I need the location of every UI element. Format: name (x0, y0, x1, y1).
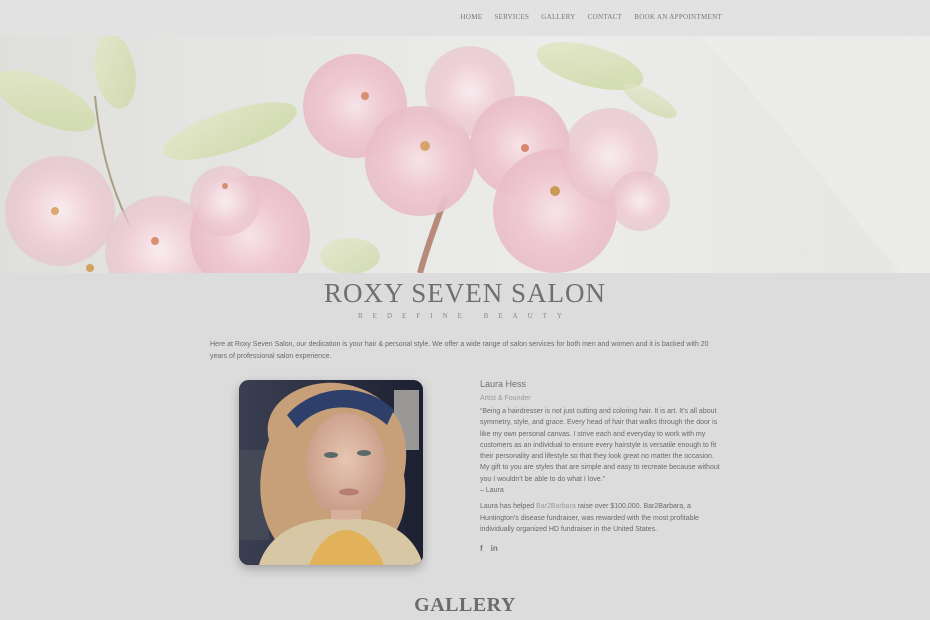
laura-hess-portrait (239, 380, 423, 565)
intro-paragraph: Here at Roxy Seven Salon, our dedication… (210, 341, 709, 360)
nav-gallery[interactable]: GALLERY (541, 13, 575, 21)
nav-home[interactable]: HOME (461, 13, 483, 21)
hero-image (0, 36, 930, 273)
main-nav: HOME SERVICES GALLERY CONTACT BOOK AN AP… (461, 13, 722, 21)
nav-contact[interactable]: CONTACT (588, 13, 623, 21)
bio-section: Laura Hess Artist & Founder “Being a hai… (480, 379, 725, 553)
linkedin-icon[interactable]: in (491, 544, 498, 553)
bio-extra-before: Laura has helped (480, 503, 537, 511)
site-tagline: REDEFINE BEAUTY (358, 312, 572, 320)
portrait-illustration (239, 380, 423, 565)
nav-book-appointment[interactable]: BOOK AN APPOINTMENT (634, 13, 722, 21)
gallery-heading: GALLERY (414, 594, 516, 616)
bio-name: Laura Hess (480, 379, 527, 389)
site-title: ROXY SEVEN SALON (323, 278, 606, 308)
bio-attribution: – Laura (480, 487, 504, 495)
bio-role: Artist & Founder (480, 395, 531, 402)
cherry-blossom-illustration (0, 36, 930, 273)
bar2barbara-link[interactable]: Bar2Barbara (536, 503, 576, 510)
facebook-icon[interactable]: f (480, 544, 483, 553)
bio-quote: “Being a hairdresser is not just cutting… (480, 408, 720, 483)
social-links: f in (480, 544, 725, 553)
top-nav-bar: HOME SERVICES GALLERY CONTACT BOOK AN AP… (0, 0, 930, 36)
nav-services[interactable]: SERVICES (494, 13, 529, 21)
bio-fundraiser-text: Laura has helped Bar2Barbara raise over … (480, 501, 725, 535)
